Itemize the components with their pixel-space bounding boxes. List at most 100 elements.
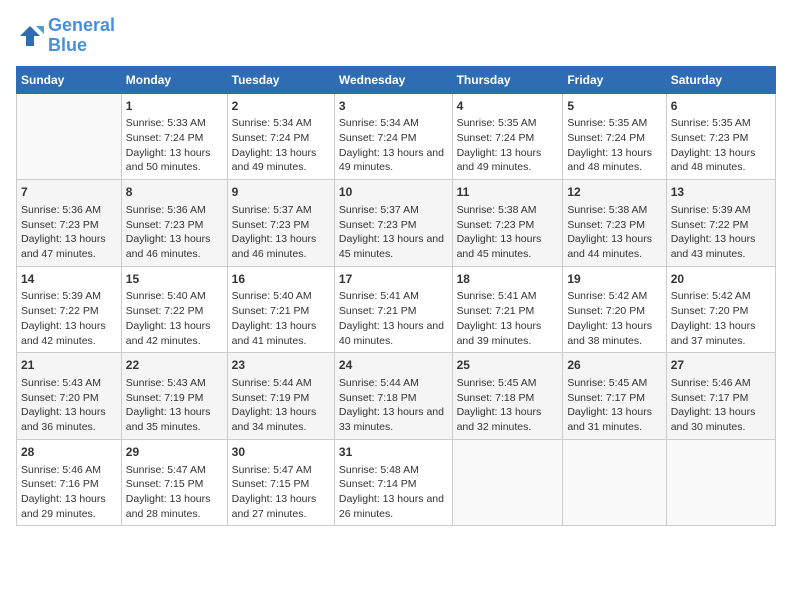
calendar-cell: 13 Sunrise: 5:39 AM Sunset: 7:22 PM Dayligh… xyxy=(666,180,775,267)
calendar-cell: 24Sunrise: 5:44 AMSunset: 7:18 PMDayligh… xyxy=(334,353,452,440)
daylight: Daylight: 13 hours and 41 minutes. xyxy=(232,320,317,347)
day-number: 6 xyxy=(671,98,771,115)
daylight: Daylight: 13 hours and 32 minutes. xyxy=(457,406,542,433)
sunrise: Sunrise: 5:43 AM xyxy=(126,377,206,389)
calendar-cell: 6Sunrise: 5:35 AMSunset: 7:23 PMDaylight… xyxy=(666,93,775,180)
daylight: Daylight: 13 hours and 48 minutes. xyxy=(671,147,756,174)
sunset: Sunset: 7:24 PM xyxy=(339,132,417,144)
sunset: Sunset: 7:23 PM xyxy=(339,219,417,231)
header-friday: Friday xyxy=(563,66,666,93)
sunrise: Sunrise: 5:42 AM xyxy=(567,290,647,302)
sunrise: Sunrise: 5:47 AM xyxy=(126,464,206,476)
calendar-cell: 4 Sunrise: 5:35 AM Sunset: 7:24 PM Daylight… xyxy=(452,93,563,180)
sunrise: Sunrise: 5:35 AM xyxy=(457,117,537,129)
daylight: Daylight: 13 hours and 43 minutes. xyxy=(671,233,756,260)
sunset: Sunset: 7:22 PM xyxy=(126,305,204,317)
day-number: 17 xyxy=(339,271,448,288)
sunrise: Sunrise: 5:41 AM xyxy=(339,290,419,302)
sunset: Sunset: 7:23 PM xyxy=(232,219,310,231)
day-number: 28 xyxy=(21,444,117,461)
day-number: 9 xyxy=(232,184,330,201)
daylight: Daylight: 13 hours and 42 minutes. xyxy=(126,320,211,347)
calendar-cell xyxy=(452,439,563,526)
calendar-cell: 30Sunrise: 5:47 AMSunset: 7:15 PMDayligh… xyxy=(227,439,334,526)
day-number: 21 xyxy=(21,357,117,374)
daylight: Daylight: 13 hours and 49 minutes. xyxy=(339,147,444,174)
calendar-cell: 12Sunrise: 5:38 AMSunset: 7:23 PMDayligh… xyxy=(563,180,666,267)
sunset: Sunset: 7:19 PM xyxy=(126,392,204,404)
daylight: Daylight: 13 hours and 46 minutes. xyxy=(126,233,211,260)
sunset: Sunset: 7:17 PM xyxy=(671,392,749,404)
sunrise: Sunrise: 5:33 AM xyxy=(126,117,206,129)
sunrise: Sunrise: 5:48 AM xyxy=(339,464,419,476)
daylight: Daylight: 13 hours and 46 minutes. xyxy=(232,233,317,260)
day-number: 11 xyxy=(457,184,559,201)
calendar-cell: 19Sunrise: 5:42 AMSunset: 7:20 PMDayligh… xyxy=(563,266,666,353)
sunrise: Sunrise: 5:45 AM xyxy=(567,377,647,389)
sunrise: Sunrise: 5:39 AM xyxy=(671,204,751,216)
daylight: Daylight: 13 hours and 47 minutes. xyxy=(21,233,106,260)
header-wednesday: Wednesday xyxy=(334,66,452,93)
day-number: 13 xyxy=(671,184,771,201)
calendar-cell: 25Sunrise: 5:45 AMSunset: 7:18 PMDayligh… xyxy=(452,353,563,440)
sunrise: Sunrise: 5:47 AM xyxy=(232,464,312,476)
sunrise: Sunrise: 5:46 AM xyxy=(21,464,101,476)
sunset: Sunset: 7:24 PM xyxy=(126,132,204,144)
sunrise: Sunrise: 5:38 AM xyxy=(457,204,537,216)
calendar-cell xyxy=(17,93,122,180)
daylight: Daylight: 13 hours and 30 minutes. xyxy=(671,406,756,433)
calendar-cell: 14Sunrise: 5:39 AMSunset: 7:22 PMDayligh… xyxy=(17,266,122,353)
calendar-cell: 28 Sunrise: 5:46 AM Sunset: 7:16 PM Dayligh… xyxy=(17,439,122,526)
sunrise: Sunrise: 5:38 AM xyxy=(567,204,647,216)
sunset: Sunset: 7:23 PM xyxy=(457,219,535,231)
day-number: 29 xyxy=(126,444,223,461)
sunset: Sunset: 7:22 PM xyxy=(21,305,99,317)
sunset: Sunset: 7:16 PM xyxy=(21,478,99,490)
sunset: Sunset: 7:24 PM xyxy=(457,132,535,144)
sunset: Sunset: 7:24 PM xyxy=(232,132,310,144)
sunrise: Sunrise: 5:43 AM xyxy=(21,377,101,389)
daylight: Daylight: 13 hours and 48 minutes. xyxy=(567,147,652,174)
sunset: Sunset: 7:18 PM xyxy=(339,392,417,404)
calendar-cell: 10Sunrise: 5:37 AMSunset: 7:23 PMDayligh… xyxy=(334,180,452,267)
calendar-cell: 15Sunrise: 5:40 AMSunset: 7:22 PMDayligh… xyxy=(121,266,227,353)
daylight: Daylight: 13 hours and 29 minutes. xyxy=(21,493,106,520)
daylight: Daylight: 13 hours and 31 minutes. xyxy=(567,406,652,433)
sunrise: Sunrise: 5:37 AM xyxy=(339,204,419,216)
daylight: Daylight: 13 hours and 33 minutes. xyxy=(339,406,444,433)
calendar-cell xyxy=(563,439,666,526)
daylight: Daylight: 13 hours and 40 minutes. xyxy=(339,320,444,347)
page-header: General Blue xyxy=(16,16,776,56)
day-number: 10 xyxy=(339,184,448,201)
day-number: 8 xyxy=(126,184,223,201)
daylight: Daylight: 13 hours and 34 minutes. xyxy=(232,406,317,433)
sunset: Sunset: 7:17 PM xyxy=(567,392,645,404)
calendar-week-3: 14 Sunrise: 5:39 AM Sunset: 7:22 PM Dayligh… xyxy=(17,266,776,353)
day-number: 25 xyxy=(457,357,559,374)
day-number: 4 xyxy=(457,98,559,115)
sunrise: Sunrise: 5:44 AM xyxy=(339,377,419,389)
day-number: 14 xyxy=(21,271,117,288)
sunset: Sunset: 7:14 PM xyxy=(339,478,417,490)
calendar-table: SundayMondayTuesdayWednesdayThursdayFrid… xyxy=(16,66,776,527)
daylight: Daylight: 13 hours and 35 minutes. xyxy=(126,406,211,433)
day-number: 18 xyxy=(457,271,559,288)
sunrise: Sunrise: 5:39 AM xyxy=(21,290,101,302)
day-number: 5 xyxy=(567,98,661,115)
sunrise: Sunrise: 5:34 AM xyxy=(339,117,419,129)
sunrise: Sunrise: 5:42 AM xyxy=(671,290,751,302)
header-thursday: Thursday xyxy=(452,66,563,93)
day-number: 22 xyxy=(126,357,223,374)
sunset: Sunset: 7:22 PM xyxy=(671,219,749,231)
calendar-cell: 16Sunrise: 5:40 AMSunset: 7:21 PMDayligh… xyxy=(227,266,334,353)
logo-icon xyxy=(16,22,44,50)
calendar-week-4: 21Sunrise: 5:43 AMSunset: 7:20 PMDayligh… xyxy=(17,353,776,440)
sunrise: Sunrise: 5:36 AM xyxy=(21,204,101,216)
day-number: 20 xyxy=(671,271,771,288)
daylight: Daylight: 13 hours and 49 minutes. xyxy=(457,147,542,174)
calendar-cell: 17Sunrise: 5:41 AMSunset: 7:21 PMDayligh… xyxy=(334,266,452,353)
header-saturday: Saturday xyxy=(666,66,775,93)
day-number: 26 xyxy=(567,357,661,374)
sunset: Sunset: 7:20 PM xyxy=(671,305,749,317)
daylight: Daylight: 13 hours and 50 minutes. xyxy=(126,147,211,174)
